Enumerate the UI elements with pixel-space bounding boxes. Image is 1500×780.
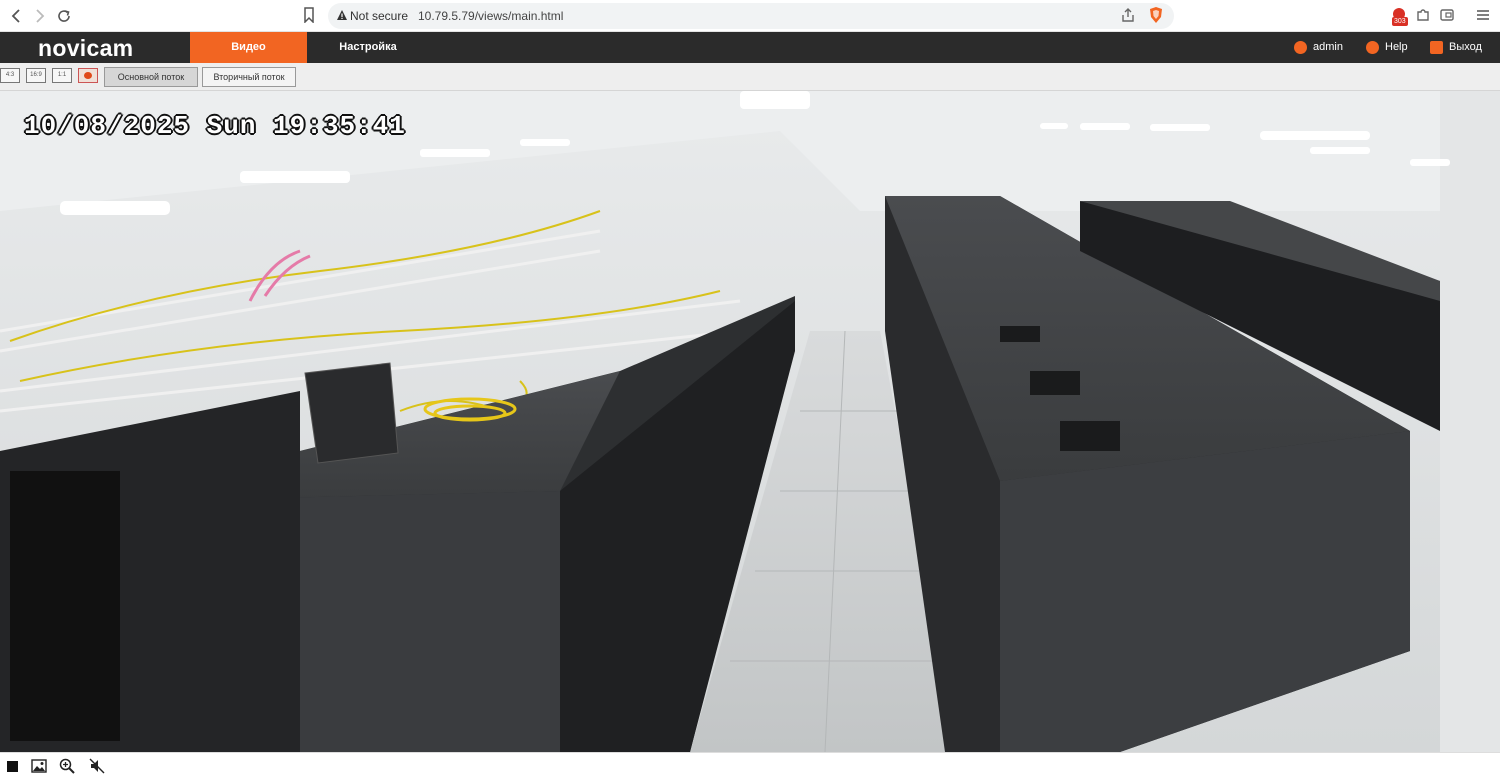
share-icon[interactable]	[1120, 7, 1138, 25]
tab-settings[interactable]: Настройка	[318, 32, 418, 63]
security-label[interactable]: Not secure	[350, 9, 408, 23]
aspect-4-3-icon[interactable]: 4:3	[0, 68, 20, 83]
back-icon[interactable]	[6, 6, 26, 26]
wallet-icon[interactable]	[1438, 6, 1458, 26]
zoom-icon[interactable]	[58, 757, 76, 775]
logout-icon	[1430, 41, 1443, 54]
forward-icon[interactable]	[30, 6, 50, 26]
app-header: novicam Видео Настройка admin Help Выход	[0, 32, 1500, 63]
brave-shield-icon[interactable]	[1148, 6, 1166, 26]
address-bar[interactable]: Not secure 10.79.5.79/views/main.html	[328, 3, 1174, 29]
logout-label: Выход	[1449, 41, 1482, 53]
tab-video[interactable]: Видео	[190, 32, 307, 63]
help-icon	[1366, 41, 1379, 54]
record-icon[interactable]	[78, 68, 98, 83]
playback-controls	[0, 752, 1500, 778]
stop-icon[interactable]	[4, 757, 22, 775]
main-stream-button[interactable]: Основной поток	[104, 67, 198, 87]
osd-timestamp: 10/08/2025 Sun 19:35:41	[24, 111, 406, 141]
browser-toolbar: Not secure 10.79.5.79/views/main.html 30…	[0, 0, 1500, 32]
aspect-1-1-icon[interactable]: 1:1	[52, 68, 72, 83]
live-video-view[interactable]: 10/08/2025 Sun 19:35:41	[0, 91, 1500, 752]
user-label: admin	[1313, 41, 1343, 53]
puzzle-icon[interactable]	[1414, 6, 1434, 26]
url-text[interactable]: 10.79.5.79/views/main.html	[418, 9, 563, 23]
bookmark-icon[interactable]	[302, 7, 318, 25]
novicam-logo[interactable]: novicam	[38, 35, 133, 62]
menu-icon[interactable]	[1474, 6, 1494, 26]
camera-frame	[0, 91, 1500, 752]
mute-icon[interactable]	[88, 757, 106, 775]
user-link[interactable]: admin	[1294, 32, 1343, 63]
warning-icon[interactable]	[336, 9, 350, 23]
sub-stream-button[interactable]: Вторичный поток	[202, 67, 296, 87]
aspect-16-9-icon[interactable]: 16:9	[26, 68, 46, 83]
user-icon	[1294, 41, 1307, 54]
help-link[interactable]: Help	[1366, 32, 1408, 63]
reload-icon[interactable]	[54, 6, 74, 26]
stream-toolbar: 4:3 16:9 1:1 Основной поток Вторичный по…	[0, 63, 1500, 91]
snapshot-icon[interactable]	[30, 757, 48, 775]
extension-badge: 303	[1392, 17, 1408, 26]
logout-link[interactable]: Выход	[1430, 32, 1482, 63]
help-label: Help	[1385, 41, 1408, 53]
